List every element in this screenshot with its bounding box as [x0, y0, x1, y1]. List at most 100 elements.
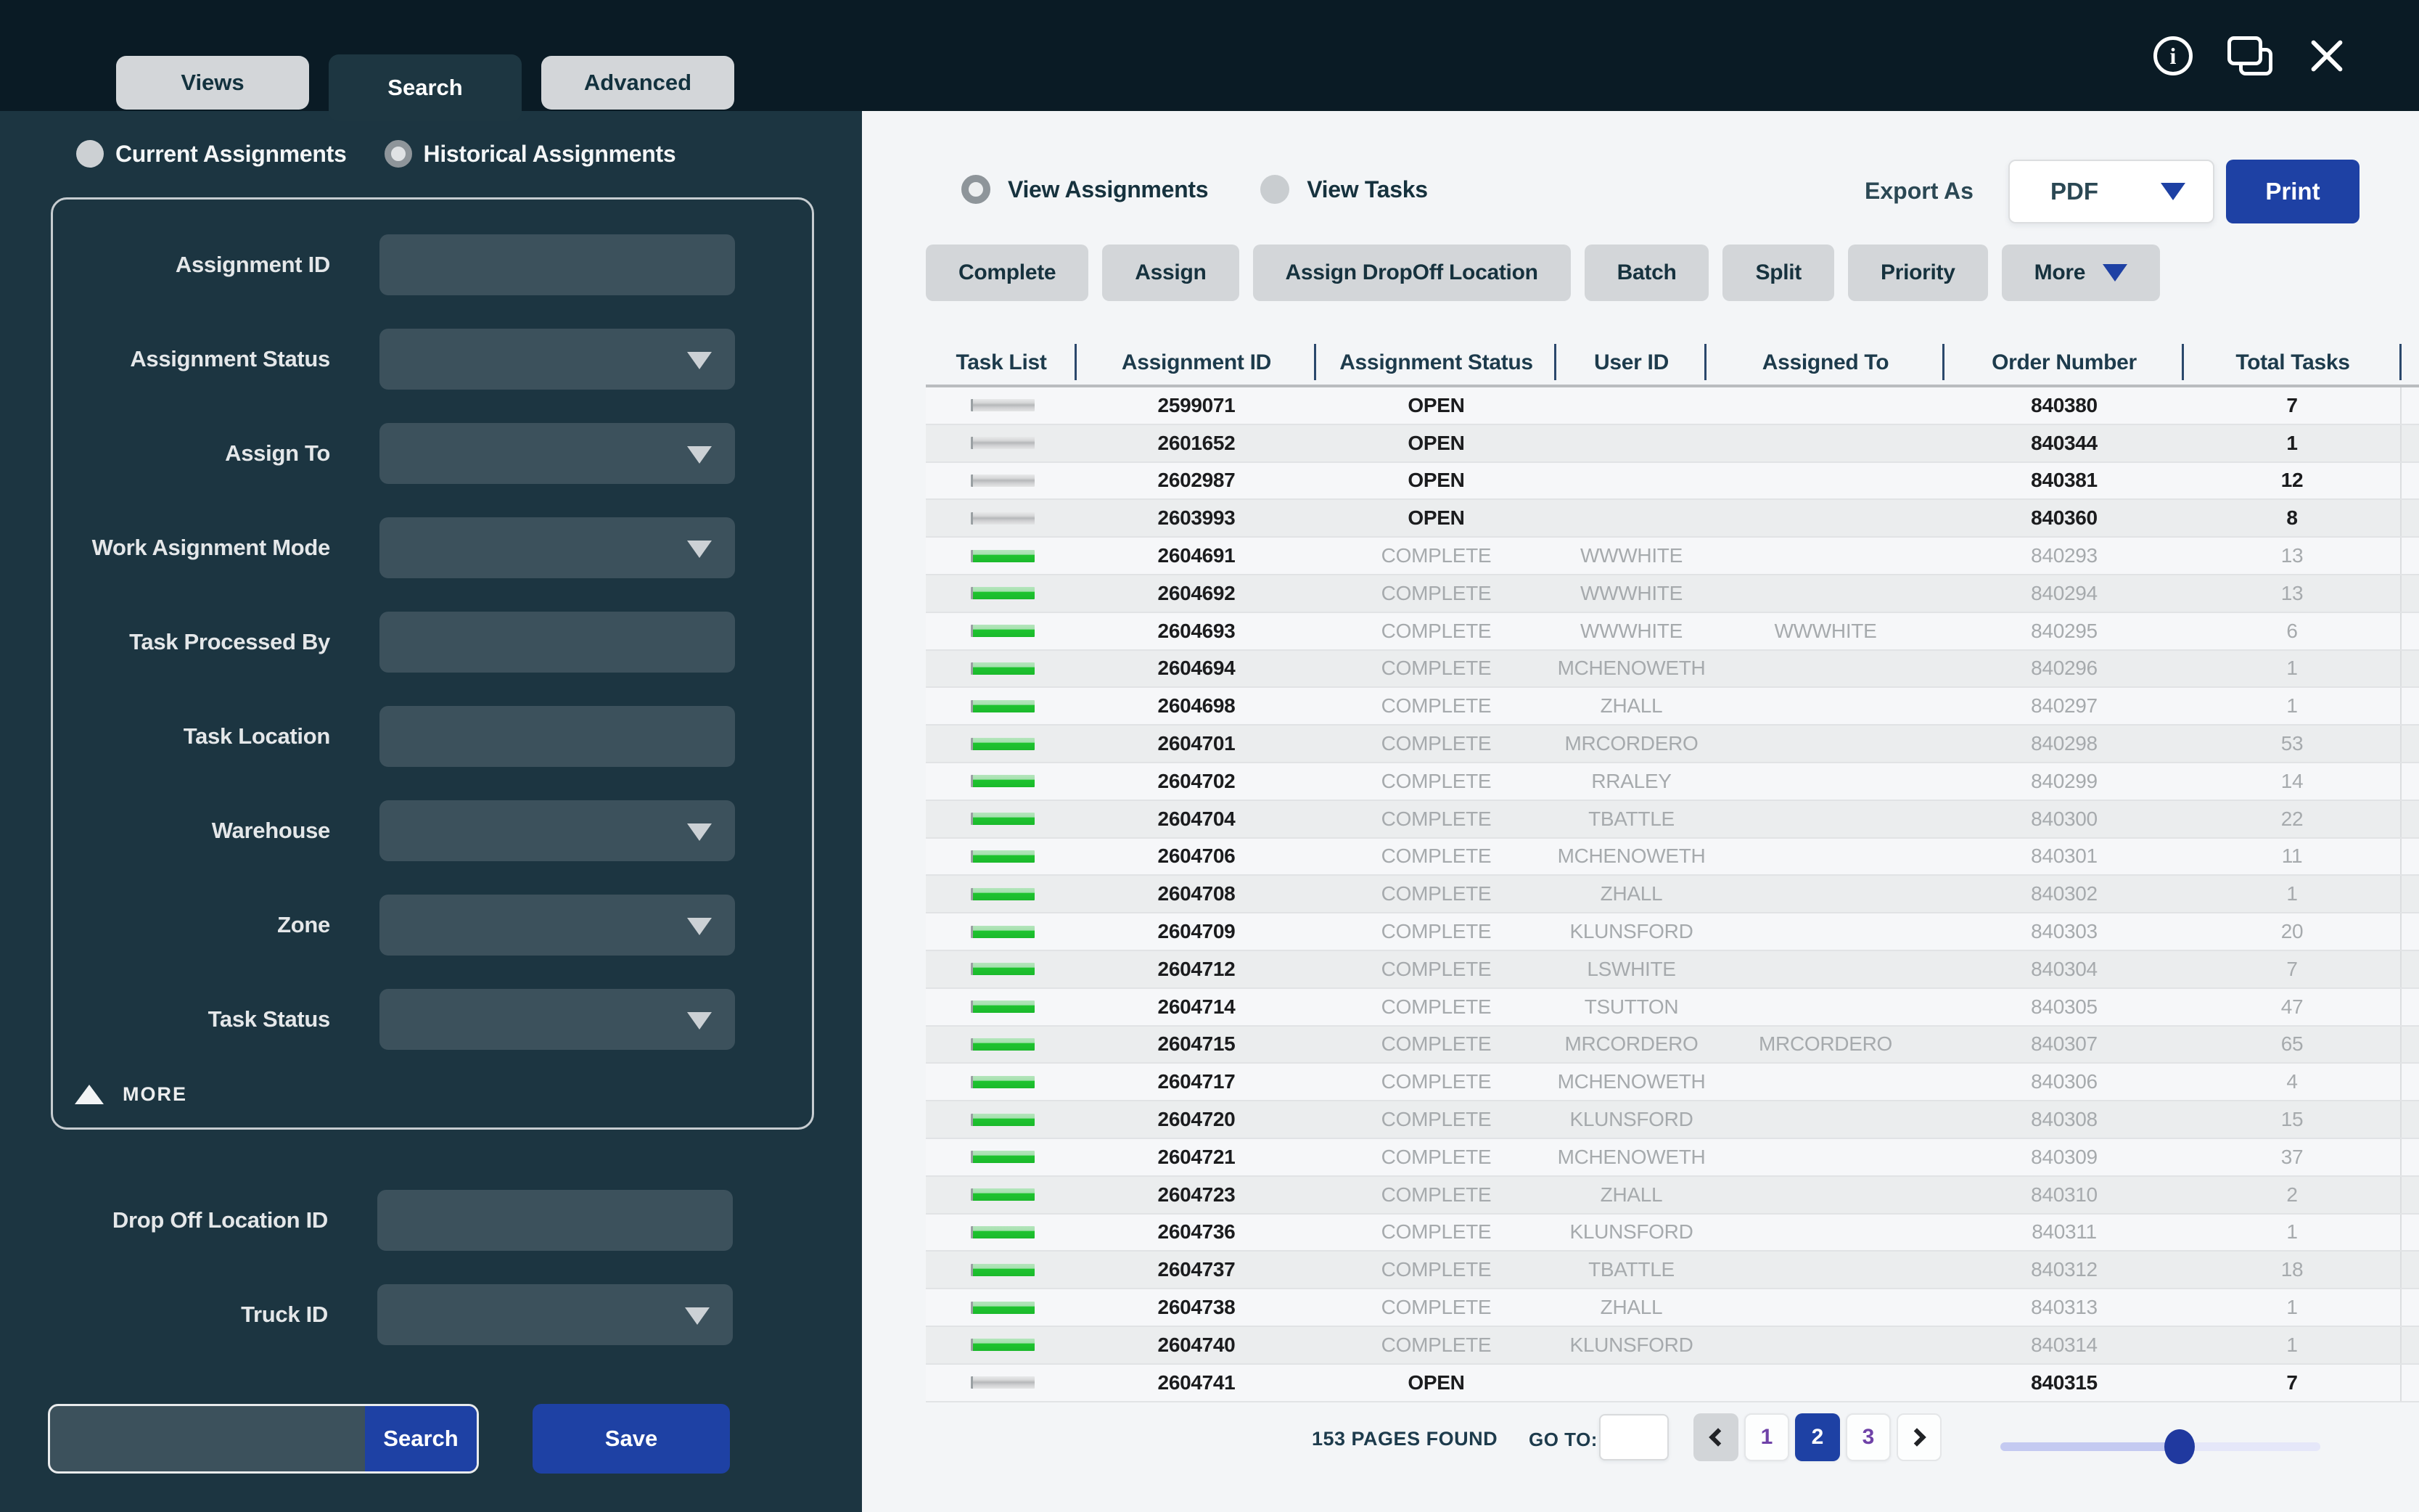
table-row[interactable]: 2601652 OPEN 840344 1 [926, 424, 2419, 463]
zone-select[interactable] [379, 895, 735, 956]
assignment-id-cell: 2604702 [1157, 769, 1236, 792]
goto-page-input[interactable] [1599, 1414, 1669, 1460]
split-button[interactable]: Split [1722, 245, 1834, 301]
progress-bar [971, 1001, 1035, 1014]
truck-id-select[interactable] [377, 1284, 733, 1345]
slider-thumb[interactable] [2164, 1429, 2195, 1464]
table-row[interactable]: 2604723 COMPLETE ZHALL 840310 2 [926, 1176, 2419, 1215]
radio-current-assignments[interactable]: Current Assignments [76, 140, 347, 168]
export-format-value: PDF [2050, 178, 2098, 205]
save-button[interactable]: Save [533, 1404, 730, 1474]
table-row[interactable]: 2604715 COMPLETE MRCORDERO MRCORDERO 840307 6… [926, 1026, 2419, 1064]
assignment-status-cell: COMPLETE [1381, 1070, 1492, 1093]
table-row[interactable]: 2604720 COMPLETE KLUNSFORD 840308 15 [926, 1101, 2419, 1139]
table-row[interactable]: 2604741 OPEN 840315 7 [926, 1364, 2419, 1402]
table-row[interactable]: 2603993 OPEN 840360 8 [926, 500, 2419, 538]
more-toggle[interactable]: MORE [75, 1083, 812, 1106]
zone-label: Zone [277, 911, 330, 937]
tab-advanced[interactable]: Advanced [541, 56, 734, 110]
table-row[interactable]: 2604717 COMPLETE MCHENOWETH 840306 4 [926, 1064, 2419, 1102]
table-row[interactable]: 2604692 COMPLETE WWWHITE 840294 13 [926, 575, 2419, 613]
assignment-status-cell: COMPLETE [1381, 845, 1492, 868]
page-button-2[interactable]: 2 [1795, 1413, 1840, 1461]
progress-bar [971, 1339, 1035, 1352]
assignment-status-cell: COMPLETE [1381, 769, 1492, 792]
assignment-status-cell: COMPLETE [1381, 1108, 1492, 1131]
assignment-id-cell: 2601652 [1157, 431, 1236, 454]
batch-button[interactable]: Batch [1584, 245, 1709, 301]
assign-button[interactable]: Assign [1102, 245, 1239, 301]
radio-view-tasks[interactable]: View Tasks [1260, 175, 1428, 204]
work-asignment-mode-select[interactable] [379, 517, 735, 578]
assignment-id-cell: 2604721 [1157, 1145, 1236, 1168]
progress-bar [971, 437, 1035, 450]
table-row[interactable]: 2604706 COMPLETE MCHENOWETH 840301 11 [926, 838, 2419, 876]
task-list-cell [926, 775, 1077, 788]
task-status-select[interactable] [379, 989, 735, 1050]
task-processed-by-input[interactable] [379, 612, 735, 673]
task-location-input[interactable] [379, 706, 735, 767]
radio-historical-assignments[interactable]: Historical Assignments [384, 140, 676, 168]
print-button[interactable]: Print [2226, 160, 2360, 223]
progress-bar [971, 1263, 1035, 1276]
table-row[interactable]: 2604714 COMPLETE TSUTTON 840305 47 [926, 988, 2419, 1027]
page-button-3[interactable]: 3 [1846, 1413, 1891, 1461]
table-row[interactable]: 2604712 COMPLETE LSWHITE 840304 7 [926, 950, 2419, 989]
table-row[interactable]: 2604693 COMPLETE WWWHITE WWWHITE 840295 6 [926, 612, 2419, 651]
table-row[interactable]: 2604738 COMPLETE ZHALL 840313 1 [926, 1289, 2419, 1327]
table-row[interactable]: 2604737 COMPLETE TBATTLE 840312 18 [926, 1252, 2419, 1290]
order-number-cell: 840295 [2031, 619, 2098, 642]
table-row[interactable]: 2604708 COMPLETE ZHALL 840302 1 [926, 876, 2419, 914]
table-row[interactable]: 2604694 COMPLETE MCHENOWETH 840296 1 [926, 650, 2419, 689]
assignment-status-select[interactable] [379, 329, 735, 390]
table-row[interactable]: 2604721 COMPLETE MCHENOWETH 840309 37 [926, 1138, 2419, 1177]
assignment-status-cell: COMPLETE [1381, 957, 1492, 980]
table-row[interactable]: 2604702 COMPLETE RRALEY 840299 14 [926, 763, 2419, 801]
radio-view-assignments[interactable]: View Assignments [961, 175, 1208, 204]
tab-search[interactable]: Search [329, 54, 522, 121]
complete-button[interactable]: Complete [926, 245, 1089, 301]
order-number-cell: 840308 [2031, 1108, 2098, 1131]
horizontal-scroll-slider[interactable] [2000, 1429, 2320, 1464]
page-button-1[interactable]: 1 [1744, 1413, 1789, 1461]
column-header-user-id: User ID [1556, 341, 1707, 385]
tab-views[interactable]: Views [116, 56, 309, 110]
table-row[interactable]: 2604704 COMPLETE TBATTLE 840300 22 [926, 800, 2419, 839]
assignment-id-cell: 2604737 [1157, 1258, 1236, 1281]
assignment-id-input[interactable] [379, 234, 735, 295]
search-button[interactable]: Search [365, 1406, 477, 1471]
assignment-status-cell: COMPLETE [1381, 995, 1492, 1018]
table-row[interactable]: 2604709 COMPLETE KLUNSFORD 840303 20 [926, 913, 2419, 951]
assignment-id-cell: 2604694 [1157, 657, 1236, 680]
export-format-select[interactable]: PDF [2008, 160, 2214, 223]
warehouse-select[interactable] [379, 800, 735, 861]
table-row[interactable]: 2604691 COMPLETE WWWHITE 840293 13 [926, 538, 2419, 575]
info-icon[interactable]: i [2153, 36, 2193, 75]
table-row[interactable]: 2604736 COMPLETE KLUNSFORD 840311 1 [926, 1214, 2419, 1252]
table-row[interactable]: 2604701 COMPLETE MRCORDERO 840298 53 [926, 726, 2419, 763]
priority-button[interactable]: Priority [1847, 245, 1988, 301]
assign-to-select[interactable] [379, 423, 735, 484]
prev-page-button[interactable] [1693, 1413, 1738, 1461]
assign-dropoff-location-button[interactable]: Assign DropOff Location [1252, 245, 1571, 301]
more-button[interactable]: More [2001, 245, 2161, 301]
table-row[interactable]: 2604698 COMPLETE ZHALL 840297 1 [926, 688, 2419, 726]
app-window: Views Search Advanced i Current Assignment… [0, 0, 2419, 1512]
total-tasks-cell: 20 [2184, 913, 2402, 950]
table-row[interactable]: 2604740 COMPLETE KLUNSFORD 840314 1 [926, 1326, 2419, 1365]
filter-drop-off-location-id: Drop Off Location ID [51, 1190, 814, 1251]
quick-search-input[interactable] [50, 1406, 365, 1471]
task-list-cell [926, 625, 1077, 638]
drop-off-location-id-input[interactable] [377, 1190, 733, 1251]
radio-label: View Tasks [1307, 176, 1428, 202]
close-icon[interactable] [2307, 36, 2346, 75]
table-row[interactable]: 2602987 OPEN 840381 12 [926, 462, 2419, 501]
column-header-task-list: Task List [926, 341, 1077, 385]
assignment-id-cell: 2604709 [1157, 920, 1236, 943]
windows-icon[interactable] [2227, 36, 2272, 75]
next-page-button[interactable] [1897, 1413, 1942, 1461]
total-tasks-cell: 65 [2184, 1026, 2402, 1063]
total-tasks-cell: 7 [2184, 1364, 2402, 1401]
column-header-spare [2402, 341, 2419, 385]
table-row[interactable]: 2599071 OPEN 840380 7 [926, 387, 2419, 425]
